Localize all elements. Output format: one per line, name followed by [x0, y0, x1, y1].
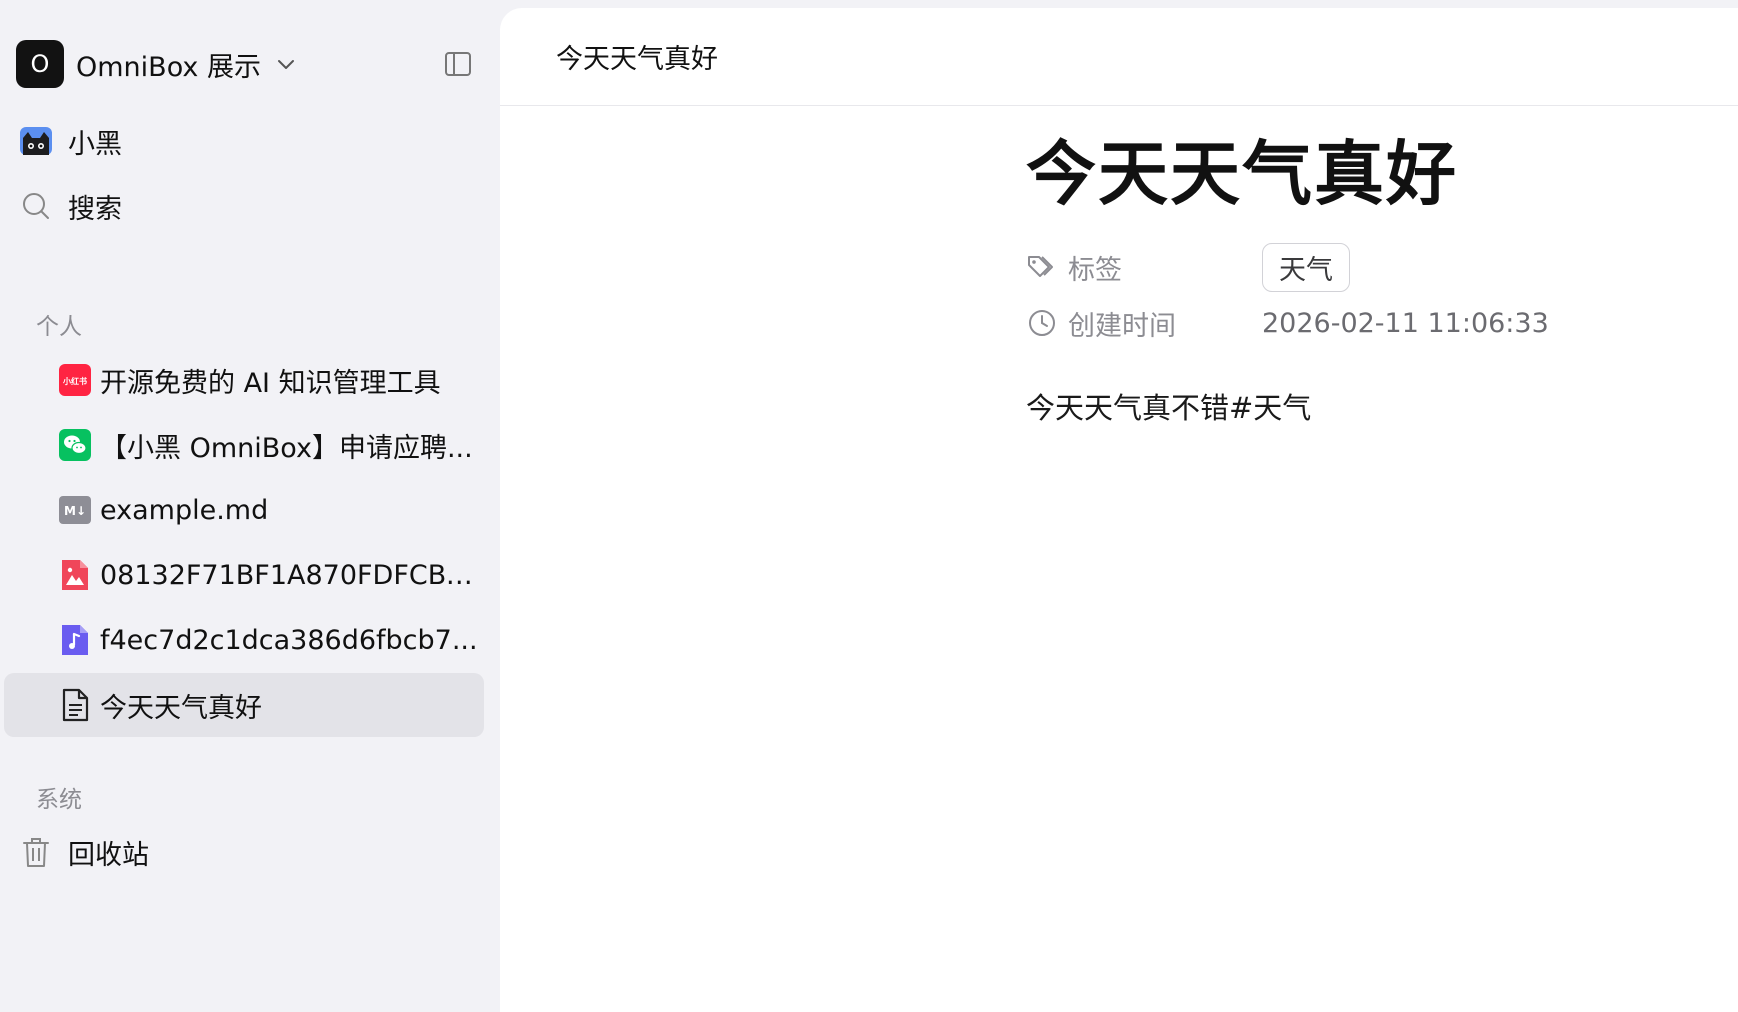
nav-item-search-label: 搜索 — [68, 193, 122, 225]
file-item-label: 开源免费的 AI 知识管理工具 — [100, 367, 441, 399]
file-item-label: 08132F71BF1A870FDFCBC... — [100, 559, 478, 591]
file-item-active[interactable]: 今天天气真好 — [4, 673, 484, 737]
audio-file-icon — [58, 623, 92, 657]
topbar-title: 今天天气真好 — [556, 44, 718, 75]
workspace-switcher[interactable]: O OmniBox 展示 — [16, 40, 297, 88]
document: 今天天气真好 标签 天气 创建时间 2026-02-11 11:06:33 今天… — [1026, 136, 1726, 427]
document-body[interactable]: 今天天气真不错#天气 — [1026, 385, 1726, 427]
file-item[interactable]: 小红书 开源免费的 AI 知识管理工具 — [4, 348, 484, 412]
main-panel: 今天天气真好 今天天气真好 标签 天气 创建时间 2026-02-11 11:0… — [500, 8, 1738, 1012]
section-label-personal: 个人 — [36, 314, 82, 340]
tag-icon — [1026, 251, 1058, 283]
workspace-name: OmniBox 展示 — [76, 51, 261, 83]
nav-item-assistant[interactable]: 小黑 — [16, 113, 122, 169]
nav-item-trash[interactable]: 回收站 — [16, 824, 149, 880]
topbar: 今天天气真好 — [500, 8, 1738, 106]
wechat-icon — [58, 428, 92, 462]
cat-avatar-icon — [16, 121, 56, 161]
property-row-tags: 标签 天气 — [1026, 241, 1726, 293]
property-key-tags-label: 标签 — [1068, 254, 1122, 286]
sidebar: O OmniBox 展示 小黑 搜索 个人 小红书 开源免费的 AI 知识管理工… — [0, 0, 500, 1012]
file-item[interactable]: 08132F71BF1A870FDFCBC... — [4, 543, 484, 607]
file-item-label: f4ec7d2c1dca386d6fbcb7... — [100, 624, 478, 656]
property-row-created: 创建时间 2026-02-11 11:06:33 — [1026, 297, 1726, 349]
file-item-label: example.md — [100, 494, 269, 526]
nav-item-trash-label: 回收站 — [68, 839, 149, 871]
file-item-label: 今天天气真好 — [100, 692, 262, 724]
tag-chip[interactable]: 天气 — [1262, 242, 1350, 292]
xiaohongshu-icon: 小红书 — [58, 363, 92, 397]
document-title[interactable]: 今天天气真好 — [1026, 136, 1726, 213]
file-item[interactable]: f4ec7d2c1dca386d6fbcb7... — [4, 608, 484, 672]
search-icon — [16, 186, 56, 226]
sidebar-toggle-icon[interactable] — [444, 50, 472, 78]
property-key-tags: 标签 — [1026, 248, 1262, 287]
svg-text:小红书: 小红书 — [62, 376, 87, 386]
file-item[interactable]: 【小黑 OmniBox】申请应聘... — [4, 413, 484, 477]
image-file-icon — [58, 558, 92, 592]
nav-item-assistant-label: 小黑 — [68, 128, 122, 160]
trash-icon — [16, 832, 56, 872]
document-icon — [58, 688, 92, 722]
created-time-value: 2026-02-11 11:06:33 — [1262, 307, 1549, 339]
chevron-down-icon — [275, 53, 297, 75]
property-key-created-label: 创建时间 — [1068, 310, 1176, 342]
workspace-avatar: O — [16, 40, 64, 88]
clock-icon — [1026, 307, 1058, 339]
property-key-created: 创建时间 — [1026, 304, 1262, 343]
svg-text:M↓: M↓ — [64, 504, 86, 518]
section-label-system: 系统 — [36, 787, 82, 813]
nav-item-search[interactable]: 搜索 — [16, 178, 122, 234]
file-item[interactable]: M↓ example.md — [4, 478, 484, 542]
markdown-icon: M↓ — [58, 493, 92, 527]
file-item-label: 【小黑 OmniBox】申请应聘... — [100, 432, 473, 464]
